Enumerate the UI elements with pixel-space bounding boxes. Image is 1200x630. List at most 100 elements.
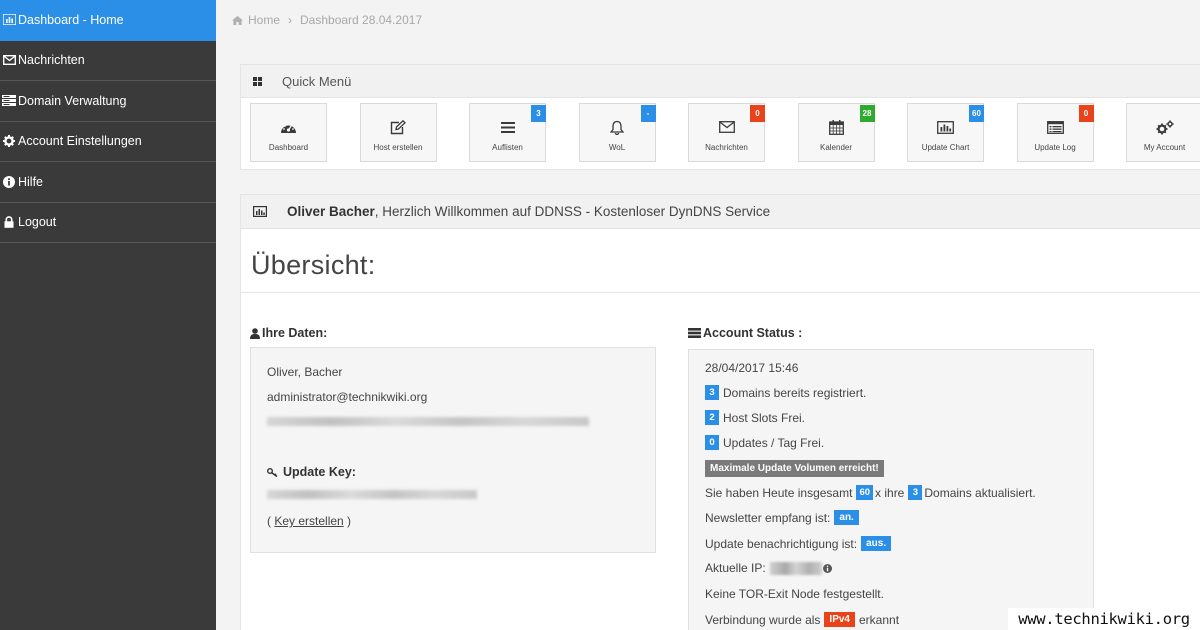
account-status-heading-text: Account Status : [703, 326, 803, 340]
connection-type-badge: IPv4 [824, 612, 855, 627]
welcome-user-name: Oliver Bacher [287, 204, 375, 219]
tile-badge: 3 [531, 105, 546, 122]
domains-count-badge: 3 [705, 385, 719, 400]
bar-chart-icon [253, 206, 267, 217]
sidebar-item-account-einstellungen[interactable]: Account Einstellungen [0, 122, 216, 162]
bar-chart-icon [937, 117, 954, 137]
tile-update-chart[interactable]: Update Chart 60 [907, 103, 984, 162]
tile-label: WoL [608, 143, 626, 152]
sidebar-item-label: Hilfe [18, 174, 44, 189]
user-icon [250, 327, 260, 339]
tile-wol[interactable]: WoL - [578, 103, 656, 162]
status-updates: 0 Updates / Tag Frei. [705, 435, 824, 450]
bell-icon [610, 117, 624, 137]
status-tor: Keine TOR-Exit Node festgestellt. [705, 587, 884, 601]
update-key-label-text: Update Key: [283, 465, 356, 479]
calendar-icon [828, 117, 844, 137]
gears-icon [1156, 117, 1174, 137]
tile-badge: 28 [859, 105, 875, 122]
update-volume-warning: Maximale Update Volumen erreicht! [705, 460, 884, 477]
breadcrumb-home-link[interactable]: Home [248, 13, 280, 27]
tile-auflisten[interactable]: Auflisten 3 [469, 103, 546, 162]
account-status-heading: Account Status : [688, 326, 802, 340]
connection-prefix: Verbindung wurde als [705, 612, 821, 627]
tile-nachrichten[interactable]: Nachrichten 0 [688, 103, 765, 162]
tile-badge: 0 [1078, 105, 1094, 122]
updates-count-badge: 0 [705, 435, 719, 450]
gear-icon [2, 135, 16, 148]
tile-label: Kalender [819, 143, 853, 152]
account-status-box: 28/04/2017 15:46 3 Domains bereits regis… [688, 349, 1094, 630]
sidebar-item-dashboard[interactable]: Dashboard - Home [0, 0, 216, 41]
tile-dashboard[interactable]: Dashboard [250, 103, 327, 162]
bar-chart-icon [2, 14, 16, 26]
user-email: administrator@technikwiki.org [267, 390, 428, 404]
breadcrumb-separator: › [288, 13, 293, 27]
edit-icon [390, 117, 406, 137]
sidebar-item-logout[interactable]: Logout [0, 203, 216, 243]
status-today: Sie haben Heute insgesamt 60 x ihre 3 Do… [705, 485, 1036, 500]
grid-icon [253, 76, 262, 86]
quick-menu-title: Quick Menü [282, 73, 352, 89]
status-newsletter: Newsletter empfang ist: an. [705, 510, 859, 525]
key-icon [267, 467, 279, 477]
tile-host-erstellen[interactable]: Host erstellen [359, 103, 437, 162]
home-icon [232, 15, 243, 25]
breadcrumb-current: Dashboard 28.04.2017 [300, 13, 423, 27]
connection-suffix: erkannt [859, 612, 900, 627]
sidebar-item-label: Account Einstellungen [18, 134, 142, 149]
info-icon[interactable] [822, 563, 832, 573]
tile-my-account[interactable]: My Account [1126, 103, 1200, 162]
status-update-notify: Update benachrichtigung ist: aus. [705, 536, 892, 551]
welcome-text: , Herzlich Willkommen auf DDNSS - Kosten… [374, 204, 771, 219]
quick-menu-header: Quick Menü [241, 65, 1200, 98]
user-full-name: Oliver, Bacher [267, 365, 343, 379]
sidebar: Dashboard - Home Nachrichten Domain Verw… [0, 0, 216, 630]
list-icon [500, 117, 515, 137]
tile-label: Update Chart [921, 143, 970, 152]
key-erstellen-link[interactable]: Key erstellen [274, 514, 343, 528]
today-suffix: Domains aktualisiert. [924, 485, 1036, 500]
page-title: Übersicht: [251, 250, 376, 280]
sidebar-item-domain-verwaltung[interactable]: Domain Verwaltung [0, 81, 216, 122]
tile-label: Auflisten [492, 143, 523, 152]
envelope-icon [2, 55, 16, 66]
status-datetime: 28/04/2017 15:46 [705, 361, 799, 375]
tile-update-log[interactable]: Update Log 0 [1016, 103, 1094, 162]
status-host-slots: 2 Host Slots Frei. [705, 410, 805, 425]
tachometer-icon [280, 117, 297, 137]
status-warning-row: Maximale Update Volumen erreicht! [705, 460, 884, 477]
ip-label: Aktuelle IP: [705, 561, 766, 575]
today-domains-badge: 3 [908, 485, 923, 500]
tile-label: Nachrichten [705, 143, 748, 152]
tile-badge: - [640, 105, 656, 122]
sidebar-item-hilfe[interactable]: Hilfe [0, 162, 216, 203]
today-prefix: Sie haben Heute insgesamt [705, 485, 853, 500]
log-icon [1046, 117, 1064, 137]
host-slots-text: Host Slots Frei. [723, 410, 806, 425]
sidebar-item-label: Dashboard - Home [18, 12, 124, 27]
info-circle-icon [2, 175, 16, 188]
redacted-address [267, 417, 589, 426]
update-notify-status-badge: aus. [861, 536, 892, 551]
tile-kalender[interactable]: Kalender 28 [797, 103, 875, 162]
tile-label: My Account [1143, 143, 1186, 152]
tile-label: Update Log [1034, 143, 1076, 152]
ihre-daten-box: Oliver, Bacher administrator@technikwiki… [250, 347, 656, 553]
welcome-panel: Oliver Bacher , Herzlich Willkommen auf … [240, 194, 1200, 630]
breadcrumb: Home › Dashboard 28.04.2017 [216, 0, 1200, 40]
newsletter-status-badge: an. [834, 510, 859, 525]
redacted-ip [769, 561, 822, 575]
host-slots-badge: 2 [705, 410, 719, 425]
quick-menu-panel: Quick Menü Dashboard Host erstellen Aufl… [240, 64, 1200, 170]
watermark: www.technikwiki.org [1008, 608, 1200, 630]
server-icon [2, 95, 16, 107]
paren-close: ) [343, 514, 352, 528]
welcome-header: Oliver Bacher , Herzlich Willkommen auf … [241, 195, 1200, 229]
update-notify-text: Update benachrichtigung ist: [705, 536, 858, 551]
ihre-daten-heading-text: Ihre Daten: [262, 326, 328, 340]
updates-text: Updates / Tag Frei. [723, 435, 825, 450]
ihre-daten-heading: Ihre Daten: [250, 326, 327, 340]
sidebar-item-nachrichten[interactable]: Nachrichten [0, 41, 216, 81]
domains-text: Domains bereits registriert. [723, 385, 867, 400]
